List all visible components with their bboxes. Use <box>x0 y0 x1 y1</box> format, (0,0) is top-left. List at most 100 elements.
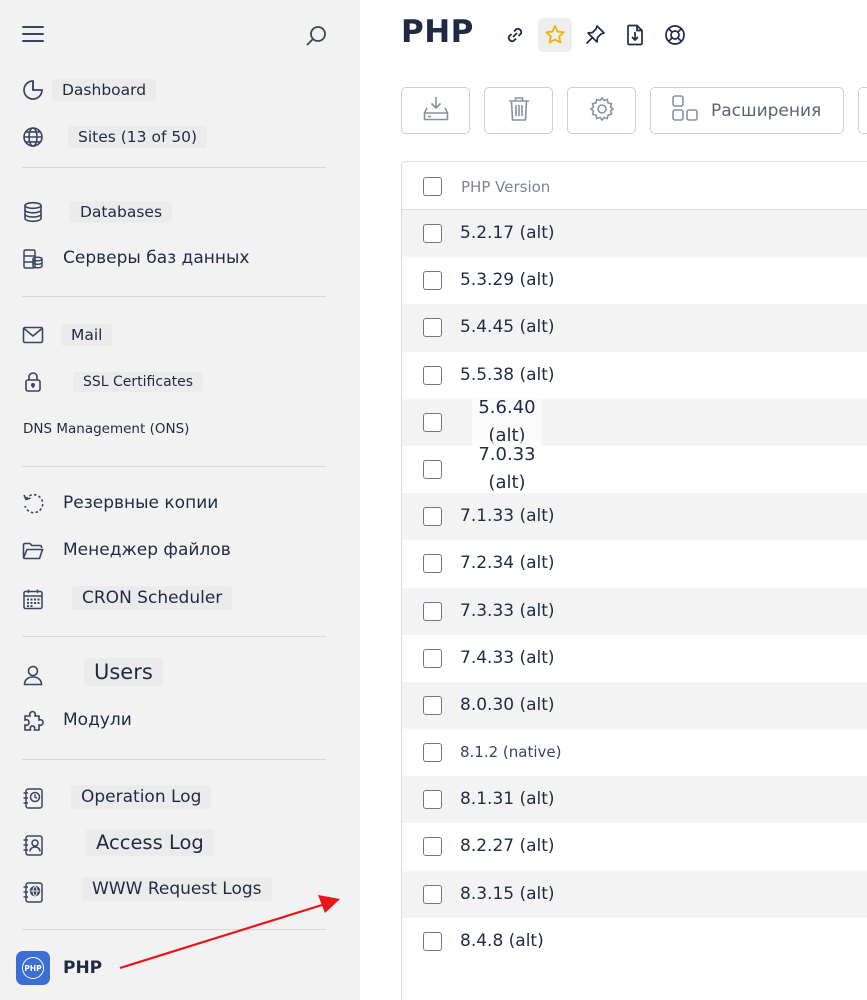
php-version-cell: 8.3.15 (alt) <box>460 883 555 904</box>
table-body: 5.2.17 (alt) 5.3.29 (alt) 5.4.45 (alt) 5.5.… <box>402 210 867 965</box>
link-icon[interactable] <box>498 18 532 52</box>
php-version-cell: 8.4.8 (alt) <box>460 930 544 951</box>
database-icon <box>21 201 45 223</box>
sidebar-item-dashboard[interactable]: Dashboard <box>0 70 360 110</box>
php-version-cell: 7.0.33 (alt) <box>472 440 542 497</box>
sidebar-item-label: Менеджер файлов <box>63 540 231 560</box>
php-version-cell: 8.2.27 (alt) <box>460 836 555 857</box>
php-version-cell: 7.2.34 (alt) <box>460 553 555 574</box>
folder-icon <box>21 540 45 562</box>
sidebar-item-databases[interactable]: Databases <box>0 192 360 232</box>
row-checkbox[interactable] <box>423 318 442 338</box>
install-button[interactable] <box>401 87 470 134</box>
trash-icon <box>507 96 531 126</box>
sidebar-item-file-manager[interactable]: Менеджер файлов <box>0 531 360 571</box>
row-checkbox[interactable] <box>423 507 442 527</box>
database-server-icon <box>21 248 45 270</box>
php-icon: PHP <box>16 951 50 985</box>
sidebar-divider <box>22 167 326 168</box>
table-row[interactable]: 5.3.29 (alt) <box>402 257 867 304</box>
row-checkbox[interactable] <box>423 743 442 763</box>
table-row[interactable]: 5.5.38 (alt) <box>402 352 867 399</box>
main-content: PHP Расширения PHP Version 5.2.17 (alt) … <box>360 0 867 1000</box>
php-version-cell: 8.1.31 (alt) <box>460 789 555 810</box>
row-checkbox[interactable] <box>423 695 442 715</box>
extensions-button[interactable]: Расширения <box>650 87 844 134</box>
sidebar-item-label: Mail <box>61 324 113 346</box>
sidebar-item-label: CRON Scheduler <box>72 586 233 610</box>
backup-icon <box>21 493 45 515</box>
php-version-cell: 5.3.29 (alt) <box>460 270 555 291</box>
sidebar-item-mail[interactable]: Mail <box>0 315 360 355</box>
sidebar-item-users[interactable]: Users <box>0 655 360 695</box>
sidebar-item-label: Users <box>84 658 163 686</box>
gear-icon <box>589 96 615 126</box>
pin-icon[interactable] <box>578 18 612 52</box>
settings-button[interactable] <box>567 87 636 134</box>
row-checkbox[interactable] <box>423 224 442 243</box>
pie-chart-icon <box>21 79 45 101</box>
table-row[interactable]: 8.0.30 (alt) <box>402 681 867 730</box>
row-checkbox[interactable] <box>423 790 442 810</box>
table-row[interactable]: 8.1.2 (native) <box>402 729 867 776</box>
sidebar-divider <box>22 636 326 637</box>
sidebar-item-php[interactable]: PHP <box>0 948 360 988</box>
sidebar-item-backups[interactable]: Резервные копии <box>0 484 360 524</box>
help-lifebuoy-icon[interactable] <box>658 18 692 52</box>
row-checkbox[interactable] <box>423 884 442 904</box>
select-all-checkbox[interactable] <box>423 177 442 196</box>
sidebar-item-label: Серверы баз данных <box>63 248 250 268</box>
row-checkbox[interactable] <box>423 271 442 291</box>
delete-button[interactable] <box>484 87 553 134</box>
row-checkbox[interactable] <box>423 459 442 479</box>
sidebar-item-operation-log[interactable]: Operation Log <box>0 778 360 818</box>
table-row[interactable]: 7.3.33 (alt) <box>402 587 867 635</box>
row-checkbox[interactable] <box>423 837 442 857</box>
sidebar-item-www-request-logs[interactable]: WWW Request Logs <box>0 872 360 912</box>
table-row[interactable]: 7.0.33 (alt) <box>402 440 867 497</box>
sidebar-item-label: Модули <box>63 710 132 730</box>
sidebar-item-ssl[interactable]: SSL Certificates <box>0 362 360 402</box>
sidebar-item-label: PHP <box>63 958 103 978</box>
row-checkbox[interactable] <box>423 931 442 951</box>
table-row[interactable]: 8.1.31 (alt) <box>402 776 867 824</box>
row-checkbox[interactable] <box>423 554 442 574</box>
download-file-icon[interactable] <box>618 18 652 52</box>
table-row[interactable]: 8.4.8 (alt) <box>402 918 867 965</box>
table-row[interactable]: 7.4.33 (alt) <box>402 635 867 682</box>
table-row[interactable]: 8.2.27 (alt) <box>402 823 867 870</box>
table-row[interactable]: 7.2.34 (alt) <box>402 540 867 587</box>
sidebar-item-label: SSL Certificates <box>73 372 204 392</box>
log-globe-icon <box>21 881 45 903</box>
table-row[interactable]: 5.6.40 (alt) <box>402 393 867 450</box>
sidebar-divider <box>22 759 326 760</box>
php-version-cell: 7.4.33 (alt) <box>460 647 555 668</box>
sidebar-item-db-servers[interactable]: Серверы баз данных <box>0 239 360 279</box>
more-toolbar-button[interactable] <box>858 87 867 134</box>
sidebar-item-label: Databases <box>70 201 173 223</box>
php-versions-table: PHP Version 5.2.17 (alt) 5.3.29 (alt) 5.4.… <box>401 161 867 1000</box>
column-header-php-version[interactable]: PHP Version <box>461 178 550 196</box>
row-checkbox[interactable] <box>423 412 442 432</box>
table-row[interactable]: 8.3.15 (alt) <box>402 870 867 918</box>
puzzle-icon <box>21 710 45 732</box>
table-row[interactable]: 5.2.17 (alt) <box>402 210 867 258</box>
sidebar-item-dns[interactable]: DNS Management (ONS) <box>0 410 360 450</box>
star-icon[interactable] <box>538 18 572 52</box>
extensions-label: Расширения <box>711 100 822 121</box>
row-checkbox[interactable] <box>423 601 442 621</box>
menu-icon[interactable] <box>22 26 44 44</box>
sidebar-item-cron[interactable]: CRON Scheduler <box>0 579 360 619</box>
table-row[interactable]: 7.1.33 (alt) <box>402 493 867 541</box>
sidebar-header <box>0 0 360 70</box>
search-icon[interactable] <box>304 24 328 48</box>
lock-icon <box>21 371 45 393</box>
sidebar-item-label: Access Log <box>86 829 214 856</box>
sidebar-item-modules[interactable]: Модули <box>0 701 360 741</box>
sidebar-item-access-log[interactable]: Access Log <box>0 825 360 865</box>
sidebar-item-sites[interactable]: Sites (13 of 50) <box>0 117 360 157</box>
row-checkbox[interactable] <box>423 365 442 385</box>
calendar-icon <box>21 588 45 610</box>
table-row[interactable]: 5.4.45 (alt) <box>402 304 867 352</box>
row-checkbox[interactable] <box>423 648 442 668</box>
